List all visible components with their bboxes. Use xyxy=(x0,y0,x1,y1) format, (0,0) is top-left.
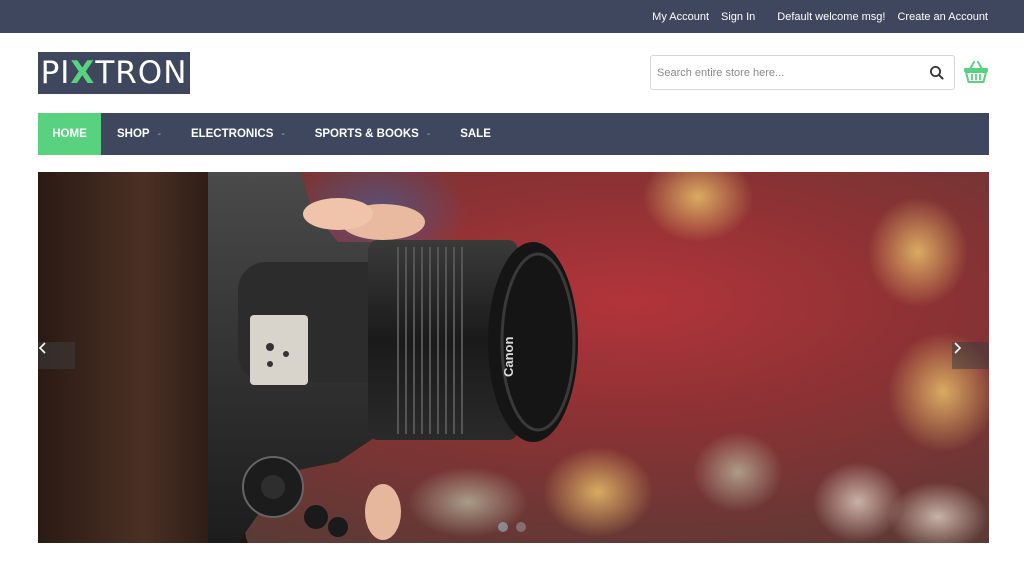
main-navigation: HOME SHOP - ELECTRONICS - SPORTS & BOOKS… xyxy=(38,113,989,155)
logo[interactable]: PI X TRON xyxy=(38,52,190,94)
dropdown-indicator: - xyxy=(281,128,285,140)
lens-brand-text: Canon xyxy=(501,337,516,378)
nav-item-electronics[interactable]: ELECTRONICS - xyxy=(176,113,300,155)
slider-dot-1[interactable] xyxy=(498,522,508,532)
nav-item-label: SHOP xyxy=(117,128,150,140)
top-bar: My Account Sign In Default welcome msg! … xyxy=(0,0,1024,33)
slider-next-button[interactable] xyxy=(952,342,989,369)
search-box xyxy=(650,55,955,90)
my-account-link[interactable]: My Account xyxy=(652,11,709,23)
nav-item-label: HOME xyxy=(52,128,87,140)
logo-text-start: PI xyxy=(40,55,71,91)
nav-item-label: ELECTRONICS xyxy=(190,128,274,140)
nav-item-sale[interactable]: SALE xyxy=(445,113,506,155)
nav-item-sports-books[interactable]: SPORTS & BOOKS - xyxy=(300,113,446,155)
hero-slider: Canon xyxy=(38,172,989,543)
search-icon[interactable] xyxy=(928,64,946,82)
slider-prev-button[interactable] xyxy=(38,342,75,369)
dropdown-indicator: - xyxy=(426,128,431,140)
nav-item-home[interactable]: HOME xyxy=(38,113,101,155)
search-input[interactable] xyxy=(657,56,917,89)
nav-item-label: SPORTS & BOOKS xyxy=(314,128,419,140)
shopping-basket-icon[interactable] xyxy=(962,58,990,86)
hero-image: Canon xyxy=(38,172,989,543)
welcome-message: Default welcome msg! xyxy=(777,10,886,23)
create-account-link[interactable]: Create an Account xyxy=(897,11,988,23)
slider-pagination xyxy=(498,522,526,532)
logo-text-end: TRON xyxy=(95,55,188,91)
sign-in-link[interactable]: Sign In xyxy=(721,11,755,23)
nav-item-label: SALE xyxy=(460,128,491,140)
dropdown-indicator: - xyxy=(157,128,161,140)
top-links: My Account Sign In Default welcome msg! … xyxy=(652,0,988,33)
nav-item-shop[interactable]: SHOP - xyxy=(101,113,176,155)
slider-dot-2[interactable] xyxy=(516,522,526,532)
logo-text-x: X xyxy=(70,55,96,91)
